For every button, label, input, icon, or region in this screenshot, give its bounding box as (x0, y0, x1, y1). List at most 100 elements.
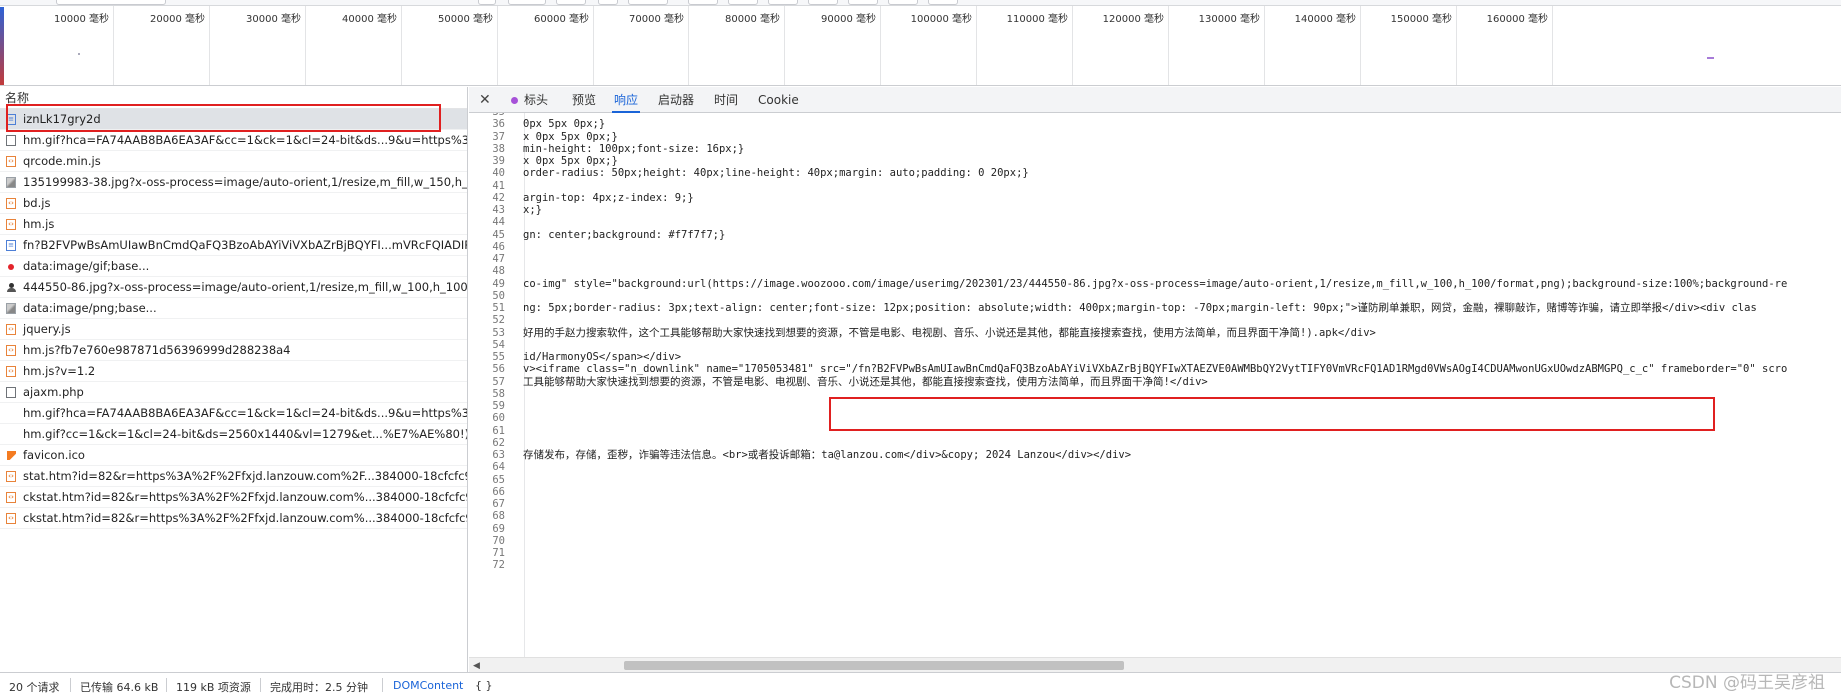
timeline-request-marker (1707, 57, 1714, 59)
tab-response[interactable]: 响应 (612, 87, 641, 113)
line-number: 60 (492, 412, 505, 424)
response-source-view[interactable]: 35360px 5px 0px;}37x 0px 5px 0px;}38min-… (469, 113, 1841, 657)
request-row[interactable]: ≡ iznLk17gry2d (0, 109, 467, 130)
request-row[interactable]: ≡ fn?B2FVPwBsAmUIawBnCmdQaFQ3BzoAbAYiViVX… (0, 235, 467, 256)
tab-cookie[interactable]: Cookie (756, 87, 801, 113)
timeline-tick-label: 130000 毫秒 (1198, 14, 1260, 25)
toolbar-control[interactable] (478, 0, 496, 5)
script-icon: ‹› (6, 366, 16, 377)
timeline-tick (497, 6, 498, 85)
tab-label: 标头 (524, 93, 549, 107)
scrollbar-thumb[interactable] (624, 661, 1124, 670)
toolbar-control[interactable] (556, 0, 586, 5)
request-row[interactable]: ‹› bd.js (0, 193, 467, 214)
toolbar-control[interactable] (848, 0, 878, 5)
request-name: ckstat.htm?id=82&r=https%3A%2F%2Ffxjd.la… (23, 511, 467, 525)
request-name: hm.gif?hca=FA74AAB8BA6EA3AF&cc=1&ck=1&cl… (23, 133, 467, 147)
toolbar-control[interactable] (768, 0, 798, 5)
timeline-tick (209, 6, 210, 85)
source-text: gn: center;background: #f7f7f7;} (523, 229, 726, 241)
script-icon: ‹› (6, 219, 16, 230)
person-icon (7, 283, 16, 293)
source-text: co-img" style="background:url(https://im… (523, 278, 1788, 290)
toolbar-control[interactable] (56, 0, 166, 5)
request-row[interactable]: ‹› jquery.js (0, 319, 467, 340)
request-name: ckstat.htm?id=82&r=https%3A%2F%2Ffxjd.la… (23, 490, 467, 504)
timeline-tick-label: 100000 毫秒 (910, 14, 972, 25)
timeline-tick (1264, 6, 1265, 85)
timeline-tick-label: 140000 毫秒 (1294, 14, 1356, 25)
request-name: 444550-86.jpg?x-oss-process=image/auto-o… (23, 280, 467, 294)
source-text: argin-top: 4px;z-index: 9;} (523, 192, 694, 204)
network-overview-timeline[interactable]: 10000 毫秒 20000 毫秒 30000 毫秒 40000 毫秒 50000 毫秒… (0, 0, 1841, 86)
status-dot-icon (511, 97, 518, 104)
toolbar-control[interactable] (688, 0, 718, 5)
request-detail-panel: ✕ 标头 预览 响应 启动器 时间 Cookie 35360px 5px 0px… (469, 87, 1841, 672)
timeline-tick (880, 6, 881, 85)
file-icon (6, 387, 16, 398)
blank-icon (6, 429, 16, 440)
timeline-tick-label: 150000 毫秒 (1390, 14, 1452, 25)
timeline-tick (1456, 6, 1457, 85)
script-icon: ‹› (6, 156, 16, 167)
timeline-tick-label: 30000 毫秒 (246, 14, 301, 25)
request-row[interactable]: 444550-86.jpg?x-oss-process=image/auto-o… (0, 277, 467, 298)
scroll-left-icon[interactable]: ◀ (473, 660, 480, 671)
source-text: x;} (523, 204, 542, 216)
script-icon: ‹› (6, 345, 16, 356)
script-icon: ‹› (6, 492, 16, 503)
name-column-header[interactable]: 名称 (0, 87, 467, 109)
request-row[interactable]: 135199983-38.jpg?x-oss-process=image/aut… (0, 172, 467, 193)
domcontent-link[interactable]: DOMContent (393, 679, 463, 692)
request-row[interactable]: ajaxm.php (0, 382, 467, 403)
request-row[interactable]: hm.gif?cc=1&ck=1&cl=24-bit&ds=2560x1440&… (0, 424, 467, 445)
document-icon: ≡ (6, 240, 16, 251)
request-row[interactable]: ‹› ckstat.htm?id=82&r=https%3A%2F%2Ffxjd.… (0, 508, 467, 529)
request-row[interactable]: ‹› hm.js (0, 214, 467, 235)
source-text: 0px 5px 0px;} (523, 118, 606, 130)
line-number: 68 (492, 510, 505, 522)
toolbar-control[interactable] (728, 0, 758, 5)
toolbar-control[interactable] (598, 0, 618, 5)
toolbar-control[interactable] (508, 0, 546, 5)
timeline-tick (305, 6, 306, 85)
timeline-tick-label: 20000 毫秒 (150, 14, 205, 25)
tab-timing[interactable]: 时间 (712, 87, 740, 113)
request-row[interactable]: ‹› hm.js?fb7e760e987871d56396999d288238a4 (0, 340, 467, 361)
line-number: 64 (492, 461, 505, 473)
horizontal-scrollbar[interactable]: ◀ (469, 657, 1841, 672)
toolbar-control[interactable] (888, 0, 918, 5)
resources-size: 119 kB 项资源 (176, 681, 251, 694)
request-row[interactable]: ‹› hm.js?v=1.2 (0, 361, 467, 382)
request-row[interactable]: ‹› qrcode.min.js (0, 151, 467, 172)
line-number: 40 (492, 167, 505, 179)
tab-initiator[interactable]: 启动器 (656, 87, 696, 113)
pretty-print-button[interactable]: { } (475, 679, 493, 692)
timeline-tick (1168, 6, 1169, 85)
request-row[interactable]: ‹› stat.htm?id=82&r=https%3A%2F%2Ffxjd.la… (0, 466, 467, 487)
request-row[interactable]: data:image/gif;base... (0, 256, 467, 277)
request-row[interactable]: hm.gif?hca=FA74AAB8BA6EA3AF&cc=1&ck=1&cl… (0, 130, 467, 151)
request-name: fn?B2FVPwBsAmUIawBnCmdQaFQ3BzoAbAYiViVXb… (23, 238, 467, 252)
request-row[interactable]: favicon.ico (0, 445, 467, 466)
request-name: hm.js (23, 217, 55, 231)
script-icon: ‹› (6, 324, 16, 335)
tab-headers[interactable]: 标头 (509, 87, 550, 113)
line-number: 56 (492, 363, 505, 375)
status-divider (166, 678, 167, 692)
timeline-tick-label: 160000 毫秒 (1486, 14, 1548, 25)
toolbar-control[interactable] (808, 0, 838, 5)
toolbar-control[interactable] (628, 0, 668, 5)
source-text: 好用的手赵力搜索软件，这个工具能够帮助大家快速找到想要的资源，不管是电影、电视剧… (523, 327, 1376, 339)
timeline-tick (976, 6, 977, 85)
request-row[interactable]: data:image/png;base... (0, 298, 467, 319)
close-icon[interactable]: ✕ (479, 91, 491, 108)
request-name: hm.gif?hca=FA74AAB8BA6EA3AF&cc=1&ck=1&cl… (23, 406, 467, 420)
request-row[interactable]: ‹› ckstat.htm?id=82&r=https%3A%2F%2Ffxjd.… (0, 487, 467, 508)
tab-preview[interactable]: 预览 (570, 87, 598, 113)
request-row[interactable]: hm.gif?hca=FA74AAB8BA6EA3AF&cc=1&ck=1&cl… (0, 403, 467, 424)
timeline-tick-label: 70000 毫秒 (629, 14, 684, 25)
csdn-watermark: CSDN @码王吴彦祖 (1669, 673, 1825, 693)
source-text: 存储发布，存储，歪秽，诈骗等违法信息。<br>或者投诉邮箱：ta@lanzou.… (523, 449, 1132, 461)
toolbar-control[interactable] (928, 0, 958, 5)
